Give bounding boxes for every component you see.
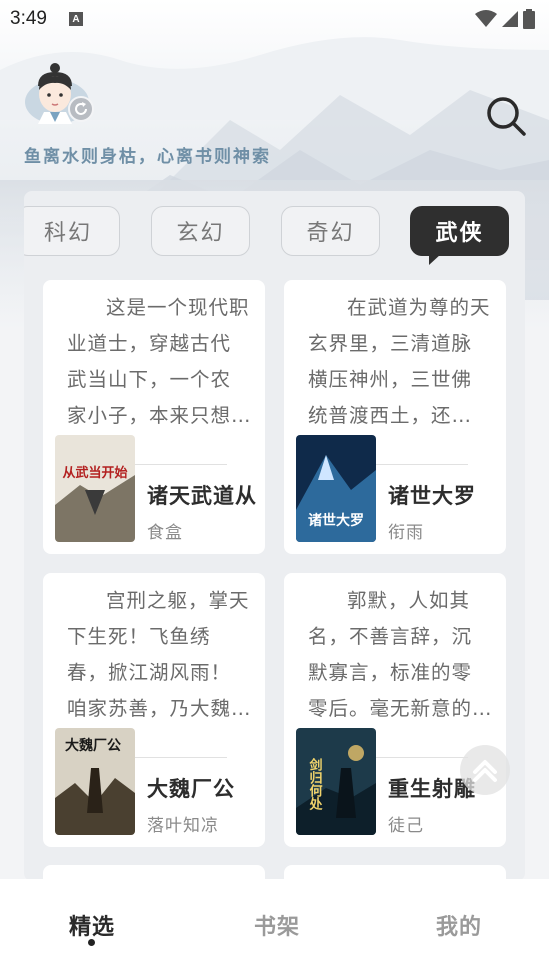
tab-scifi[interactable]: 科幻	[24, 206, 120, 256]
search-button[interactable]	[484, 94, 528, 138]
divider	[135, 464, 227, 465]
nav-bookshelf[interactable]: 书架	[254, 909, 300, 941]
tab-xuanhuan[interactable]: 玄幻	[151, 206, 250, 256]
book-card[interactable]: 郭默，人如其名，不善言辞，沉默寡言，标准的零零后。毫无新意的穿越…… 剑归何处 …	[284, 573, 506, 847]
notification-icon: A	[68, 12, 83, 26]
book-title: 诸天武道从	[147, 484, 257, 508]
cover-text: 从武当开始	[62, 465, 127, 481]
book-author: 徒己	[388, 816, 424, 836]
sync-icon	[75, 102, 87, 115]
book-description: 郭默，人如其名，不善言辞，沉默寡言，标准的零零后。毫无新意的穿越……	[308, 589, 473, 720]
status-icons	[475, 9, 535, 29]
book-cover[interactable]: 剑归何处	[296, 728, 376, 835]
cover-text: 剑归何处	[307, 757, 324, 811]
wifi-icon	[475, 10, 497, 27]
book-description: 宫刑之躯，掌天下生死！飞鱼绣春，掀江湖风雨！咱家苏善，乃大魏厂公……	[67, 589, 250, 720]
book-card[interactable]: 这是一个现代职业道士，穿越古代武当山下，一个农家小子，本来只想当个平凡人…… 从…	[43, 280, 265, 554]
divider	[376, 464, 468, 465]
divider	[135, 757, 227, 758]
sync-button[interactable]	[68, 96, 94, 122]
book-author: 食盒	[147, 523, 183, 543]
nav-featured[interactable]: 精选	[69, 909, 115, 941]
search-icon	[487, 97, 526, 136]
book-card[interactable]: 宫刑之躯，掌天下生死！飞鱼绣春，掀江湖风雨！咱家苏善，乃大魏厂公…… 大魏厂公 …	[43, 573, 265, 847]
status-time: 3:49	[10, 8, 47, 29]
status-bar: 3:49 A	[0, 0, 549, 38]
tagline: 鱼离水则身枯，心离书则神索	[24, 147, 271, 167]
book-title: 大魏厂公	[147, 777, 235, 801]
cover-text: 诸世大罗	[308, 512, 364, 529]
divider	[376, 757, 468, 758]
nav-mine[interactable]: 我的	[436, 909, 482, 941]
book-cover[interactable]: 诸世大罗	[296, 435, 376, 542]
book-author: 落叶知凉	[147, 816, 219, 836]
battery-icon	[523, 9, 535, 29]
genre-tabs: 科幻 玄幻 奇幻 武侠	[24, 206, 525, 265]
book-cover[interactable]: 大魏厂公	[55, 728, 135, 835]
signal-icon	[502, 11, 518, 27]
book-title: 诸世大罗	[388, 484, 476, 508]
book-description: 在武道为尊的天玄界里，三清道脉横压神州，三世佛统普渡西土，还有……	[308, 296, 491, 427]
cover-text: 大魏厂公	[65, 737, 121, 754]
bottom-nav: 精选 书架 我的	[0, 879, 549, 976]
book-cover[interactable]: 从武当开始	[55, 435, 135, 542]
tab-fantasy[interactable]: 奇幻	[281, 206, 380, 256]
book-description: 这是一个现代职业道士，穿越古代武当山下，一个农家小子，本来只想当个平凡人……	[67, 296, 250, 427]
book-card[interactable]: 在武道为尊的天玄界里，三清道脉横压神州，三世佛统普渡西土，还有…… 诸世大罗 诸…	[284, 280, 506, 554]
active-indicator	[88, 939, 95, 946]
scroll-top-button[interactable]	[460, 745, 510, 795]
content-panel: 科幻 玄幻 奇幻 武侠 这是一个现代职业道士，穿越古代武当山下，一个农家小子，本…	[24, 191, 525, 881]
chevron-up-icon	[473, 760, 497, 782]
tab-wuxia[interactable]: 武侠	[410, 206, 509, 265]
book-author: 衔雨	[388, 523, 424, 543]
